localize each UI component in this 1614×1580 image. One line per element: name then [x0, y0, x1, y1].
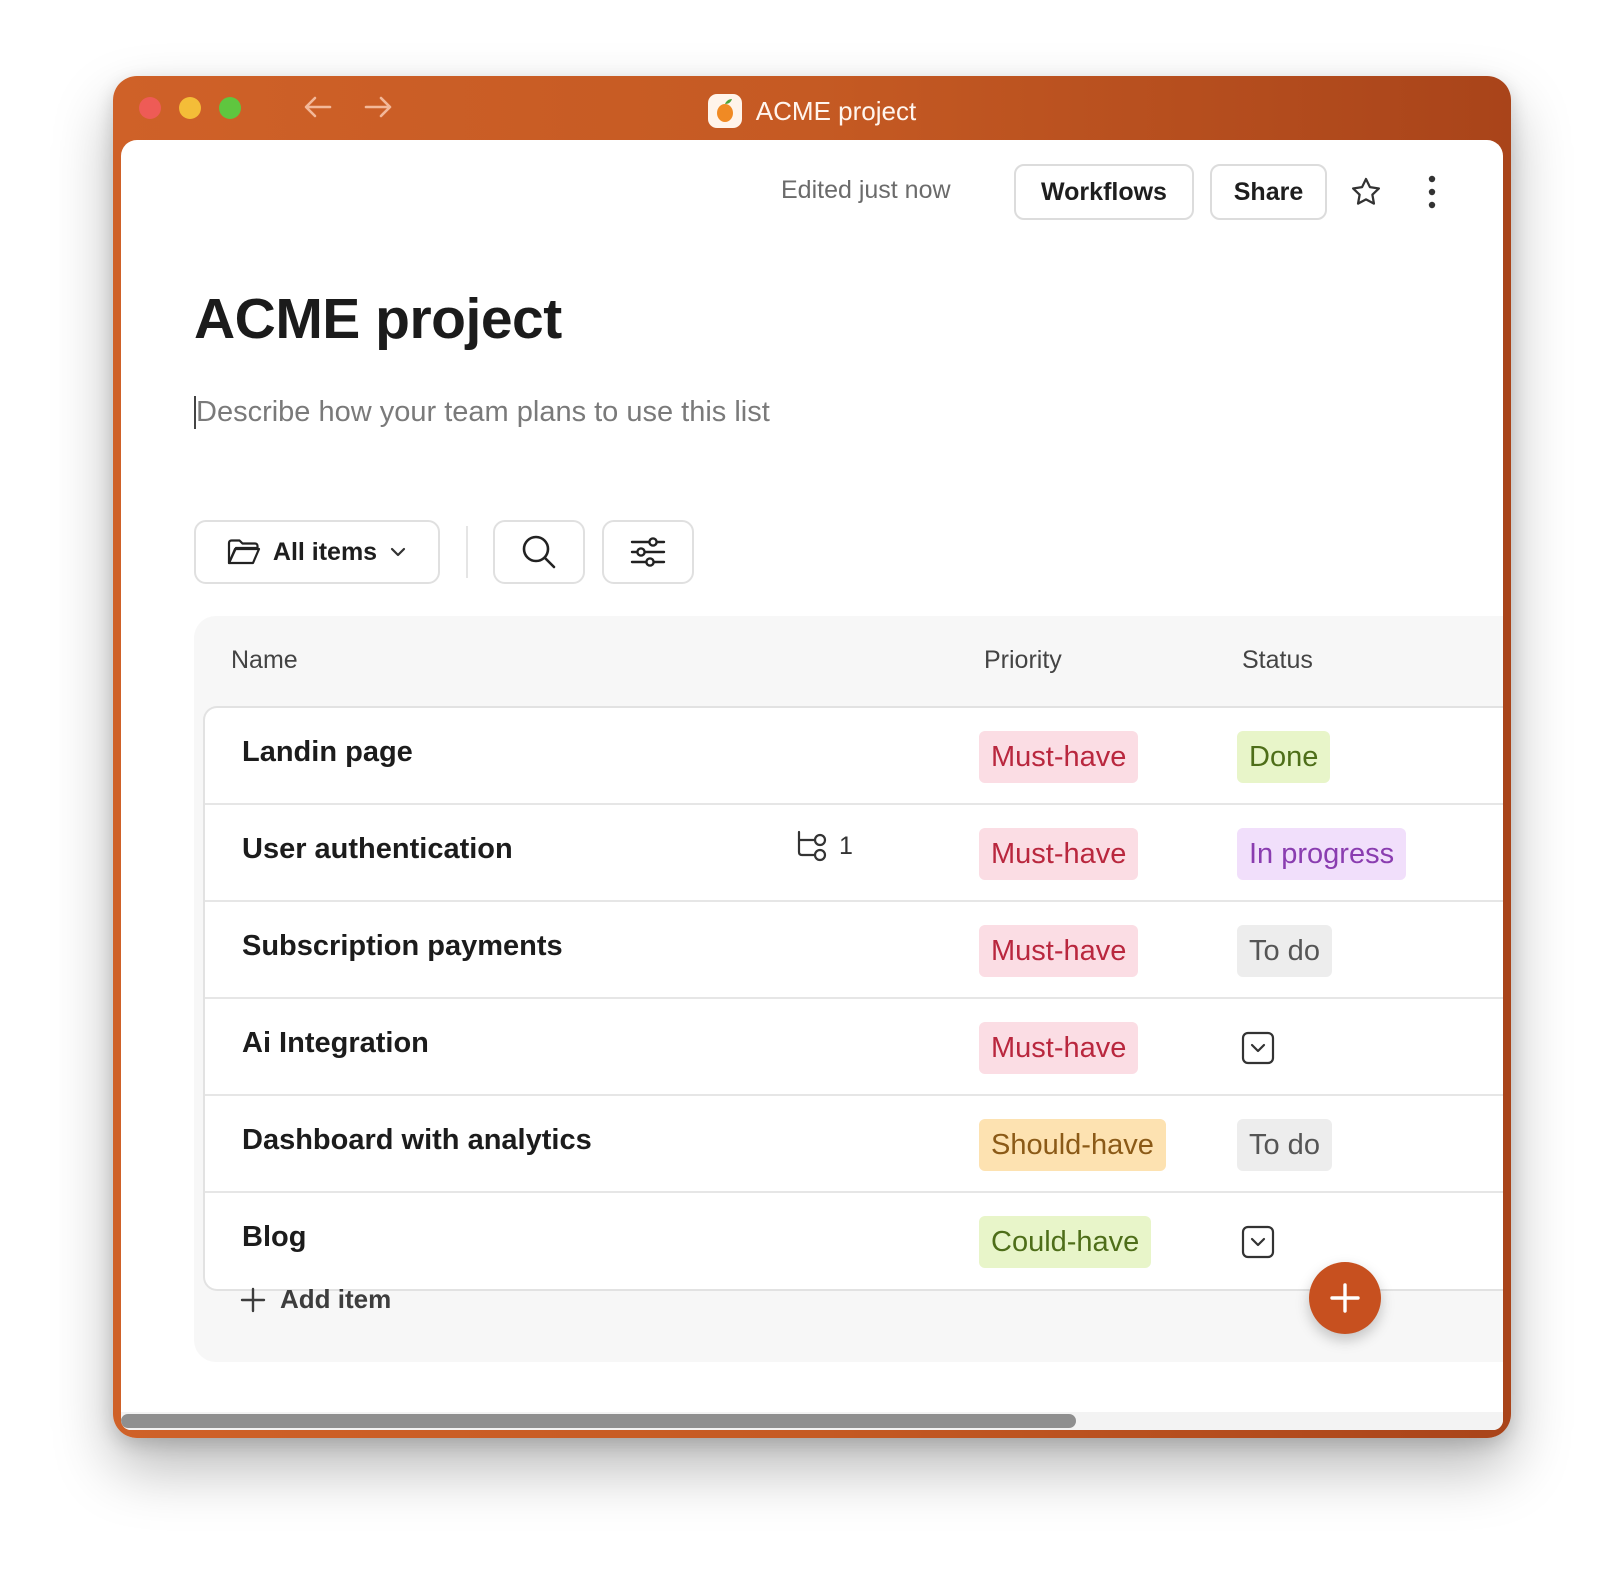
search-icon — [522, 535, 556, 569]
floating-add-button[interactable] — [1309, 1262, 1381, 1334]
dropdown-box-icon — [1241, 1031, 1275, 1065]
item-name[interactable]: Blog — [242, 1221, 306, 1254]
top-bar: Edited just now Workflows Share — [121, 164, 1503, 220]
priority-tag[interactable]: Should-have — [979, 1119, 1166, 1171]
priority-tag[interactable]: Could-have — [979, 1216, 1152, 1268]
window-title-text: ACME project — [755, 95, 917, 126]
sliders-icon — [630, 537, 666, 567]
table-row[interactable]: User authentication 1 Must-have In progr… — [205, 805, 1503, 902]
more-vertical-icon — [1428, 175, 1436, 209]
page-title[interactable]: ACME project — [194, 286, 562, 352]
table-row[interactable]: Landin page Must-have Done — [205, 708, 1503, 805]
search-button[interactable] — [493, 520, 585, 584]
table-row[interactable]: Subscription payments Must-have To do — [205, 902, 1503, 999]
workflows-button[interactable]: Workflows — [1014, 164, 1194, 220]
subtasks-count: 1 — [839, 831, 853, 860]
view-selector-label: All items — [272, 537, 378, 566]
folder-icon — [227, 539, 260, 565]
plus-icon — [240, 1287, 266, 1312]
table-body: Landin page Must-have Done User authenti… — [203, 706, 1503, 1291]
share-button[interactable]: Share — [1210, 164, 1327, 220]
table-header: Name Priority Status — [194, 616, 1503, 706]
table-row[interactable]: Dashboard with analytics Should-have To … — [205, 1096, 1503, 1193]
item-name[interactable]: Landin page — [242, 736, 413, 769]
dropdown-box-icon — [1241, 1225, 1275, 1259]
status-dropdown[interactable] — [1241, 1225, 1275, 1259]
more-options-button[interactable] — [1417, 170, 1447, 214]
priority-tag[interactable]: Must-have — [979, 925, 1139, 977]
priority-tag[interactable]: Must-have — [979, 1022, 1139, 1074]
list-toolbar: All items — [194, 520, 794, 584]
status-dropdown[interactable] — [1241, 1031, 1275, 1065]
add-item-label: Add item — [280, 1284, 392, 1314]
main-content: Edited just now Workflows Share ACME pro… — [121, 140, 1503, 1430]
status-tag[interactable]: To do — [1237, 1119, 1332, 1171]
priority-tag[interactable]: Must-have — [979, 731, 1139, 783]
item-name[interactable]: User authentication — [242, 833, 513, 866]
subtasks-icon — [797, 830, 827, 862]
title-bar: ACME project — [113, 76, 1511, 140]
horizontal-scrollbar[interactable] — [121, 1412, 1503, 1430]
toolbar-divider — [466, 526, 468, 578]
plus-icon — [1330, 1283, 1360, 1313]
status-tag[interactable]: To do — [1237, 925, 1332, 977]
app-window: ACME project Edited just now Workflows S… — [113, 76, 1511, 1438]
add-item-button[interactable]: Add item — [240, 1284, 391, 1315]
edited-status: Edited just now — [781, 176, 951, 204]
column-header-priority[interactable]: Priority — [984, 646, 1062, 675]
filter-button[interactable] — [602, 520, 694, 584]
star-icon — [1351, 177, 1381, 205]
priority-tag[interactable]: Must-have — [979, 828, 1139, 880]
table-row[interactable]: Blog Could-have — [205, 1193, 1503, 1289]
column-header-status[interactable]: Status — [1242, 646, 1313, 675]
item-name[interactable]: Ai Integration — [242, 1027, 429, 1060]
chevron-down-icon — [390, 547, 406, 557]
scrollbar-thumb[interactable] — [121, 1414, 1076, 1428]
description-field[interactable]: Describe how your team plans to use this… — [194, 396, 770, 429]
mango-app-icon — [707, 94, 742, 128]
status-tag[interactable]: Done — [1237, 731, 1331, 783]
item-name[interactable]: Dashboard with analytics — [242, 1124, 592, 1157]
window-title: ACME project — [113, 94, 1511, 128]
column-header-name[interactable]: Name — [231, 646, 298, 675]
table-row[interactable]: Ai Integration Must-have — [205, 999, 1503, 1096]
status-tag[interactable]: In progress — [1237, 828, 1407, 880]
view-selector[interactable]: All items — [194, 520, 440, 584]
subtasks-indicator[interactable]: 1 — [795, 829, 853, 863]
favorite-button[interactable] — [1346, 172, 1386, 212]
item-name[interactable]: Subscription payments — [242, 930, 563, 963]
items-table: Name Priority Status Landin page Must-ha… — [194, 616, 1503, 1362]
